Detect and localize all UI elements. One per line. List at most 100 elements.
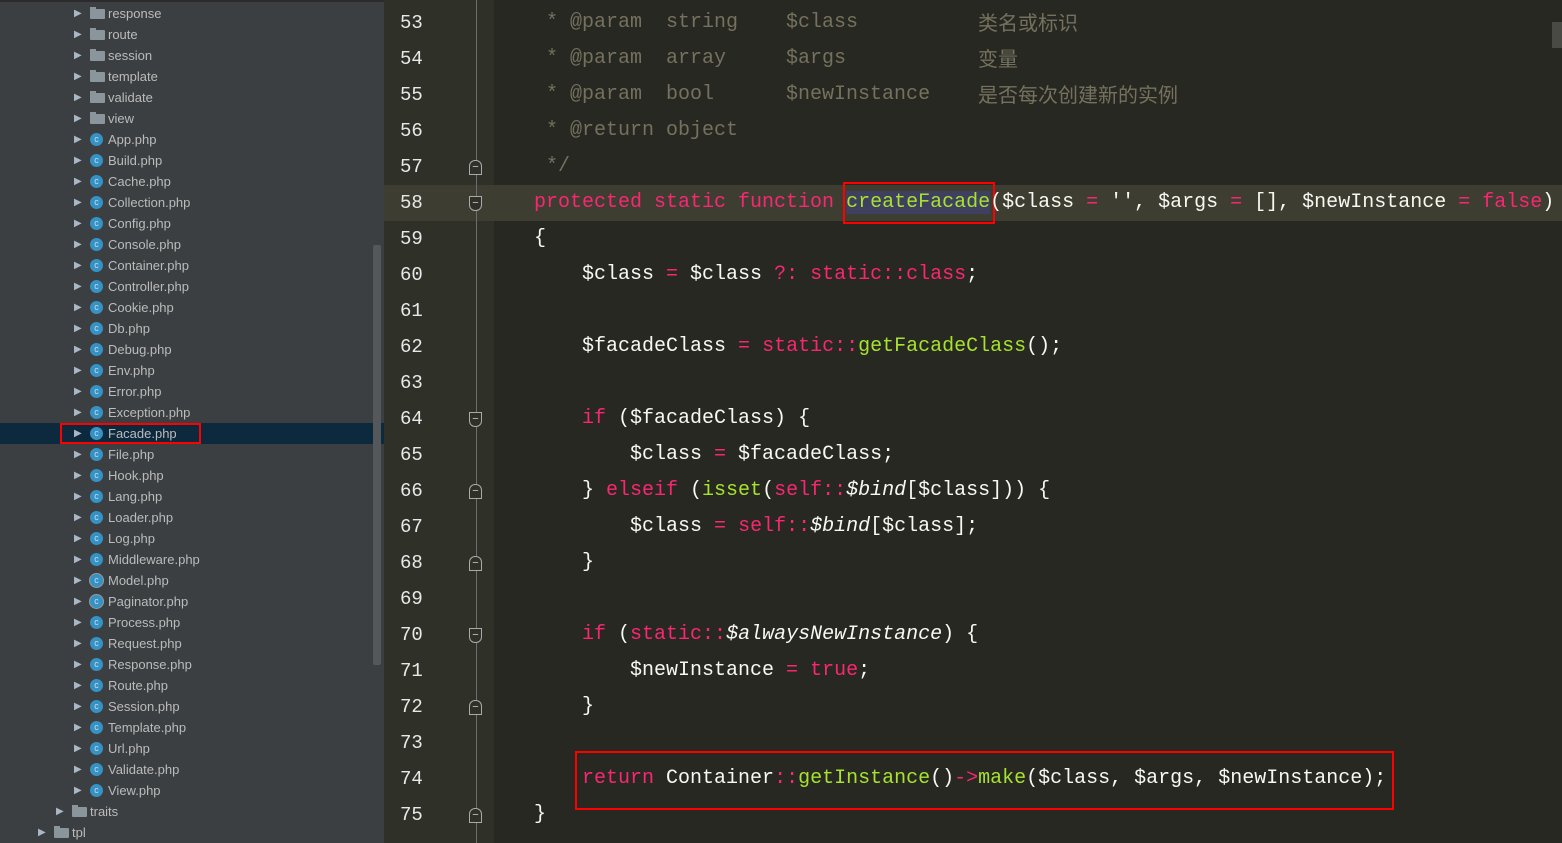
- expand-arrow-icon[interactable]: ▶: [74, 129, 82, 150]
- expand-arrow-icon[interactable]: ▶: [74, 192, 82, 213]
- code-line[interactable]: * @param array $args: [534, 41, 846, 77]
- project-tree[interactable]: ▶ response ▶ route ▶ session ▶ template ▶ validat…: [0, 0, 384, 843]
- expand-arrow-icon[interactable]: ▶: [74, 87, 82, 108]
- tree-item[interactable]: ▶ c Session.php: [0, 696, 384, 717]
- expand-arrow-icon[interactable]: ▶: [74, 66, 82, 87]
- expand-arrow-icon[interactable]: ▶: [74, 549, 82, 570]
- tree-item[interactable]: ▶ response: [0, 3, 384, 24]
- code-line[interactable]: if (static::$alwaysNewInstance) {: [534, 617, 978, 653]
- tree-item[interactable]: ▶ c Cookie.php: [0, 297, 384, 318]
- expand-arrow-icon[interactable]: ▶: [56, 801, 64, 822]
- tree-item[interactable]: ▶ c Template.php: [0, 717, 384, 738]
- code-line[interactable]: $newInstance = true;: [534, 653, 870, 689]
- tree-item[interactable]: ▶ template: [0, 66, 384, 87]
- expand-arrow-icon[interactable]: ▶: [74, 171, 82, 192]
- tree-item[interactable]: ▶ c Model.php: [0, 570, 384, 591]
- expand-arrow-icon[interactable]: ▶: [74, 297, 82, 318]
- tree-item[interactable]: ▶ c Container.php: [0, 255, 384, 276]
- code-line[interactable]: $class = self::$bind[$class];: [534, 509, 978, 545]
- code-line[interactable]: $class = $class ?: static::class;: [534, 257, 978, 293]
- tree-item[interactable]: ▶ c Request.php: [0, 633, 384, 654]
- expand-arrow-icon[interactable]: ▶: [74, 507, 82, 528]
- code-line[interactable]: $class = $facadeClass;: [534, 437, 894, 473]
- code-line[interactable]: if ($facadeClass) {: [534, 401, 810, 437]
- tree-item[interactable]: ▶ c Build.php: [0, 150, 384, 171]
- tree-item[interactable]: ▶ c Response.php: [0, 654, 384, 675]
- expand-arrow-icon[interactable]: ▶: [74, 633, 82, 654]
- fold-marker-icon[interactable]: −: [469, 484, 482, 499]
- expand-arrow-icon[interactable]: ▶: [74, 45, 82, 66]
- tree-item[interactable]: ▶ c Lang.php: [0, 486, 384, 507]
- sidebar-scrollbar[interactable]: [373, 245, 381, 665]
- expand-arrow-icon[interactable]: ▶: [74, 696, 82, 717]
- expand-arrow-icon[interactable]: ▶: [74, 675, 82, 696]
- tree-item[interactable]: ▶ c Env.php: [0, 360, 384, 381]
- expand-arrow-icon[interactable]: ▶: [74, 318, 82, 339]
- fold-marker-icon[interactable]: −: [469, 808, 482, 823]
- tree-item[interactable]: ▶ c Hook.php: [0, 465, 384, 486]
- code-line[interactable]: * @param bool $newInstance: [534, 77, 930, 113]
- code-line[interactable]: */: [534, 149, 570, 185]
- expand-arrow-icon[interactable]: ▶: [74, 465, 82, 486]
- tree-item[interactable]: ▶ c Url.php: [0, 738, 384, 759]
- tree-item[interactable]: ▶ c Process.php: [0, 612, 384, 633]
- expand-arrow-icon[interactable]: ▶: [74, 591, 82, 612]
- fold-marker-icon[interactable]: −: [469, 628, 482, 643]
- expand-arrow-icon[interactable]: ▶: [74, 612, 82, 633]
- tree-item[interactable]: ▶ tpl: [0, 822, 384, 843]
- tree-item[interactable]: ▶ traits: [0, 801, 384, 822]
- tree-item[interactable]: ▶ c Controller.php: [0, 276, 384, 297]
- tree-item[interactable]: ▶ c Route.php: [0, 675, 384, 696]
- expand-arrow-icon[interactable]: ▶: [74, 3, 82, 24]
- code-line[interactable]: }: [534, 689, 594, 725]
- expand-arrow-icon[interactable]: ▶: [74, 780, 82, 801]
- expand-arrow-icon[interactable]: ▶: [74, 24, 82, 45]
- code-line[interactable]: $facadeClass = static::getFacadeClass();: [534, 329, 1062, 365]
- expand-arrow-icon[interactable]: ▶: [74, 717, 82, 738]
- tree-item[interactable]: ▶ validate: [0, 87, 384, 108]
- tree-item[interactable]: ▶ c Config.php: [0, 213, 384, 234]
- expand-arrow-icon[interactable]: ▶: [38, 822, 46, 843]
- tree-item[interactable]: ▶ c Collection.php: [0, 192, 384, 213]
- tree-item[interactable]: ▶ c Cache.php: [0, 171, 384, 192]
- expand-arrow-icon[interactable]: ▶: [74, 360, 82, 381]
- expand-arrow-icon[interactable]: ▶: [74, 570, 82, 591]
- tree-item[interactable]: ▶ session: [0, 45, 384, 66]
- tree-item[interactable]: ▶ c File.php: [0, 444, 384, 465]
- tree-item[interactable]: ▶ c Loader.php: [0, 507, 384, 528]
- expand-arrow-icon[interactable]: ▶: [74, 528, 82, 549]
- expand-arrow-icon[interactable]: ▶: [74, 234, 82, 255]
- editor-scrollbar[interactable]: [1552, 22, 1562, 48]
- tree-item[interactable]: ▶ c Exception.php: [0, 402, 384, 423]
- code-line[interactable]: }: [534, 545, 594, 581]
- tree-item[interactable]: ▶ c Error.php: [0, 381, 384, 402]
- expand-arrow-icon[interactable]: ▶: [74, 339, 82, 360]
- tree-item[interactable]: ▶ c Debug.php: [0, 339, 384, 360]
- code-line[interactable]: } elseif (isset(self::$bind[$class])) {: [534, 473, 1050, 509]
- code-line[interactable]: * @param string $class: [534, 5, 858, 41]
- expand-arrow-icon[interactable]: ▶: [74, 759, 82, 780]
- tree-item[interactable]: ▶ c Console.php: [0, 234, 384, 255]
- code-line[interactable]: }: [534, 797, 546, 833]
- code-line[interactable]: return Container::getInstance()->make($c…: [534, 761, 1386, 797]
- expand-arrow-icon[interactable]: ▶: [74, 486, 82, 507]
- expand-arrow-icon[interactable]: ▶: [74, 738, 82, 759]
- code-line[interactable]: * @return object: [534, 113, 738, 149]
- expand-arrow-icon[interactable]: ▶: [74, 255, 82, 276]
- expand-arrow-icon[interactable]: ▶: [74, 150, 82, 171]
- expand-arrow-icon[interactable]: ▶: [74, 213, 82, 234]
- tree-item[interactable]: ▶ route: [0, 24, 384, 45]
- tree-item[interactable]: ▶ c Validate.php: [0, 759, 384, 780]
- tree-item[interactable]: ▶ c Db.php: [0, 318, 384, 339]
- tree-item[interactable]: ▶ c Paginator.php: [0, 591, 384, 612]
- tree-item[interactable]: ▶ view: [0, 108, 384, 129]
- expand-arrow-icon[interactable]: ▶: [74, 444, 82, 465]
- expand-arrow-icon[interactable]: ▶: [74, 276, 82, 297]
- fold-marker-icon[interactable]: −: [469, 160, 482, 175]
- fold-marker-icon[interactable]: −: [469, 412, 482, 427]
- expand-arrow-icon[interactable]: ▶: [74, 108, 82, 129]
- tree-item[interactable]: ▶ c View.php: [0, 780, 384, 801]
- tree-item[interactable]: ▶ c Middleware.php: [0, 549, 384, 570]
- expand-arrow-icon[interactable]: ▶: [74, 654, 82, 675]
- tree-item[interactable]: ▶ c Log.php: [0, 528, 384, 549]
